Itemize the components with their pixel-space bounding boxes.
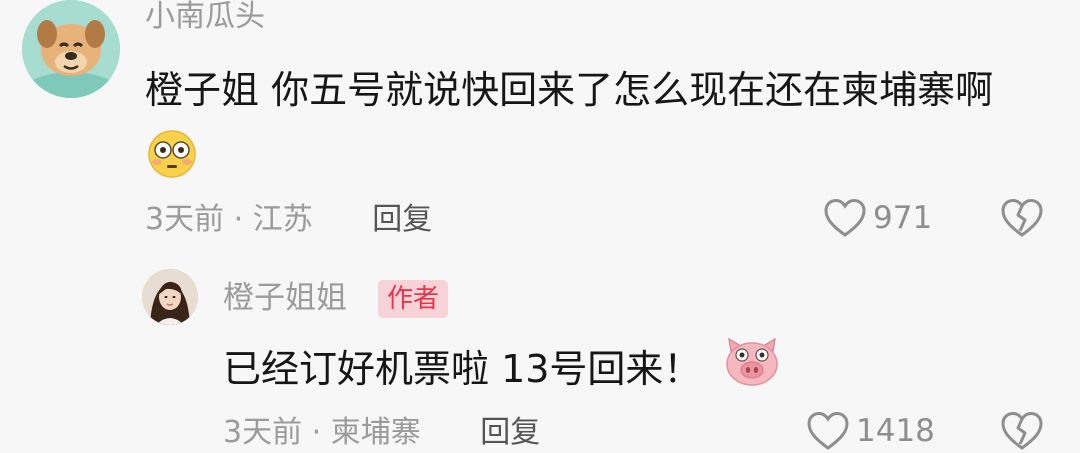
meta-separator: · — [311, 415, 322, 450]
heart-icon — [807, 411, 849, 450]
reply-button[interactable]: 回复 — [372, 202, 432, 237]
broken-heart-icon — [1001, 411, 1043, 450]
meta-separator: · — [233, 202, 244, 237]
heart-icon — [824, 198, 866, 237]
comment-text: 橙子姐 你五号就说快回来了怎么现在还在柬埔寨啊 — [145, 68, 994, 112]
comment-body: 橙子姐 你五号就说快回来了怎么现在还在柬埔寨啊 — [145, 56, 1025, 200]
cartoon-dog-avatar-icon — [22, 0, 120, 98]
dislike-button[interactable] — [1000, 198, 1044, 242]
comment-time: 3天前 — [145, 202, 225, 237]
pig-face-emoji-icon — [725, 337, 779, 391]
reply-location: 柬埔寨 — [330, 415, 421, 450]
comment-thread: 小南瓜头 橙子姐 你五号就说快回来了怎么现在还在柬埔寨啊 3天前 · 江苏 回复… — [0, 0, 1080, 453]
comment-username[interactable]: 小南瓜头 — [145, 0, 265, 34]
reply-button[interactable]: 回复 — [480, 415, 540, 450]
like-count: 971 — [873, 200, 933, 236]
author-badge: 作者 — [378, 280, 449, 318]
reply-avatar[interactable] — [142, 269, 198, 325]
broken-heart-icon — [1001, 198, 1043, 237]
reply-username[interactable]: 橙子姐姐 — [223, 278, 347, 318]
like-button[interactable]: 1418 — [806, 411, 935, 451]
comment-location: 江苏 — [252, 202, 313, 237]
like-count: 1418 — [856, 413, 935, 449]
woman-photo-avatar-icon — [142, 269, 198, 325]
dislike-button[interactable] — [1000, 411, 1044, 453]
reply-text: 已经订好机票啦 13号回来！ — [223, 347, 702, 391]
reply-time: 3天前 — [223, 415, 303, 450]
avatar[interactable] — [22, 0, 120, 98]
reply-meta: 3天前 · 柬埔寨 回复 — [223, 413, 540, 453]
flushed-face-emoji-icon — [147, 129, 197, 200]
comment-meta: 3天前 · 江苏 回复 — [145, 200, 432, 240]
like-button[interactable]: 971 — [823, 198, 932, 238]
